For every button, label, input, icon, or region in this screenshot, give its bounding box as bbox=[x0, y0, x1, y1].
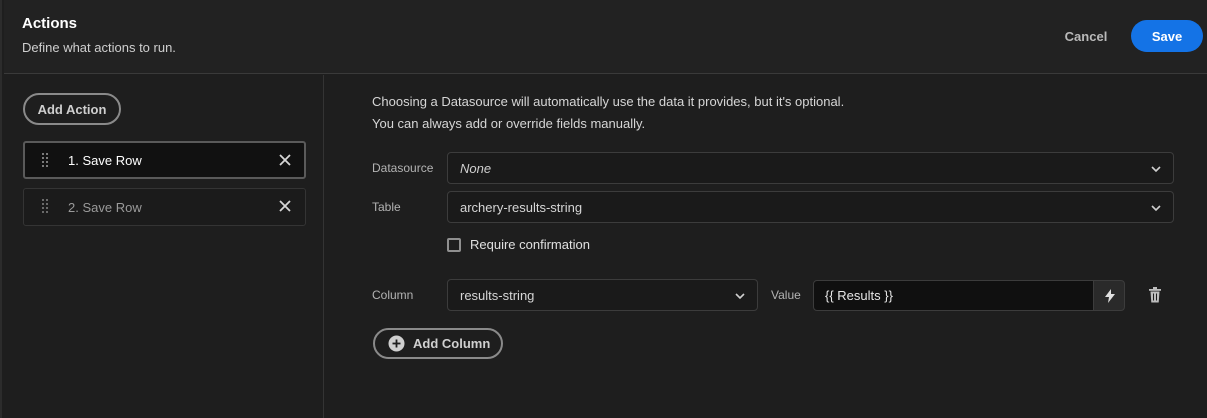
cancel-button[interactable]: Cancel bbox=[1056, 20, 1116, 52]
column-value: results-string bbox=[460, 288, 535, 303]
trash-icon[interactable] bbox=[1147, 286, 1163, 304]
drag-handle-icon[interactable] bbox=[40, 198, 50, 216]
column-select[interactable]: results-string bbox=[447, 279, 758, 311]
actions-dialog: Actions Define what actions to run. Canc… bbox=[0, 0, 1207, 418]
lightning-bolt-icon bbox=[1105, 289, 1115, 303]
table-select[interactable]: archery-results-string bbox=[447, 191, 1174, 223]
chevron-down-icon bbox=[733, 289, 747, 303]
info-text-line-2: You can always add or override fields ma… bbox=[372, 116, 646, 131]
actions-sidebar: Add Action 1. Save Row 2. Save Row bbox=[4, 75, 324, 418]
require-confirmation-label[interactable]: Require confirmation bbox=[470, 237, 590, 252]
dialog-header: Actions Define what actions to run. Canc… bbox=[4, 0, 1207, 74]
table-value: archery-results-string bbox=[460, 200, 583, 215]
info-text-line-1: Choosing a Datasource will automatically… bbox=[372, 94, 845, 109]
value-input[interactable] bbox=[813, 280, 1094, 311]
close-icon[interactable] bbox=[278, 153, 292, 167]
action-settings-panel: Choosing a Datasource will automatically… bbox=[325, 75, 1207, 418]
action-item-label: 1. Save Row bbox=[68, 152, 142, 168]
binding-button[interactable] bbox=[1093, 280, 1125, 311]
drag-handle-icon[interactable] bbox=[40, 152, 50, 170]
action-item-1[interactable]: 1. Save Row bbox=[23, 141, 306, 179]
require-confirmation-checkbox[interactable] bbox=[447, 238, 461, 252]
close-icon[interactable] bbox=[278, 199, 292, 213]
chevron-down-icon bbox=[1149, 162, 1163, 176]
save-button[interactable]: Save bbox=[1131, 20, 1203, 52]
plus-circle-icon bbox=[388, 335, 405, 352]
add-column-button[interactable]: Add Column bbox=[373, 328, 503, 359]
table-label: Table bbox=[372, 200, 401, 214]
datasource-value: None bbox=[460, 161, 492, 176]
add-action-button[interactable]: Add Action bbox=[23, 93, 121, 125]
dialog-title: Actions bbox=[22, 15, 78, 32]
value-label: Value bbox=[771, 288, 801, 302]
chevron-down-icon bbox=[1149, 201, 1163, 215]
column-label: Column bbox=[372, 288, 414, 302]
datasource-label: Datasource bbox=[372, 161, 434, 175]
action-item-label: 2. Save Row bbox=[68, 199, 142, 215]
add-column-label: Add Column bbox=[413, 336, 491, 351]
action-item-2[interactable]: 2. Save Row bbox=[23, 188, 306, 226]
dialog-subtitle: Define what actions to run. bbox=[22, 40, 176, 55]
datasource-select[interactable]: None bbox=[447, 152, 1174, 184]
